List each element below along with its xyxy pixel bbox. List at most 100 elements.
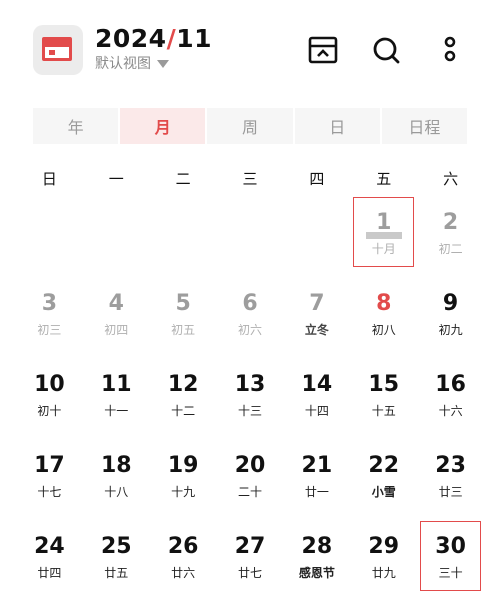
tab-week[interactable]: 周 [207, 108, 293, 144]
lunar-label: 廿五 [104, 566, 129, 580]
lunar-label: 初十 [37, 404, 62, 418]
empty-day-cell [16, 196, 83, 277]
week-row: 3 初三 4 初四 5 初五 6 初六 7 立冬 8 初八 9 初九 [16, 277, 484, 358]
day-cell[interactable]: 20 二十 [217, 439, 284, 520]
day-number: 30 [435, 534, 466, 559]
search-icon[interactable] [370, 34, 402, 66]
day-cell[interactable]: 6 初六 [217, 277, 284, 358]
weekday-tue: 二 [175, 170, 191, 188]
lunar-label: 立冬 [304, 323, 329, 337]
lunar-label: 十四 [304, 404, 329, 418]
lunar-label: 三十 [438, 566, 463, 580]
weekday-sat: 六 [443, 170, 459, 188]
more-vertical-icon[interactable] [434, 34, 466, 66]
day-number: 14 [301, 372, 333, 397]
day-number: 5 [175, 291, 191, 316]
day-cell[interactable]: 15 十五 [350, 358, 417, 439]
lunar-label: 廿九 [371, 566, 396, 580]
day-number: 19 [167, 453, 199, 478]
day-number: 15 [368, 372, 400, 397]
day-cell[interactable]: 12 十二 [150, 358, 217, 439]
lunar-label: 初五 [171, 323, 196, 337]
day-number: 7 [309, 291, 325, 316]
day-cell[interactable]: 2 初二 [417, 196, 484, 277]
tab-month[interactable]: 月 [120, 108, 206, 144]
week-row: 24 廿四 25 廿五 26 廿六 27 廿七 28 感恩节 29 廿九 30 三十 [16, 520, 484, 601]
day-number: 2 [442, 210, 459, 235]
day-number: 8 [376, 291, 392, 316]
day-number: 4 [108, 291, 124, 316]
selection-bar [365, 232, 402, 239]
lunar-label: 十五 [371, 404, 396, 418]
day-cell[interactable]: 13 十三 [217, 358, 284, 439]
empty-day-cell [217, 196, 284, 277]
day-cell[interactable]: 16 十六 [417, 358, 484, 439]
day-cell[interactable]: 23 廿三 [417, 439, 484, 520]
week-row: 10 初十 11 十一 12 十二 13 十三 14 十四 15 十五 16 十六 [16, 358, 484, 439]
weekday-mon: 一 [108, 170, 124, 188]
day-number: 23 [435, 453, 466, 478]
day-cell[interactable]: 11 十一 [83, 358, 150, 439]
day-cell[interactable]: 22 小雪 [350, 439, 417, 520]
lunar-label: 廿七 [238, 566, 263, 580]
day-cell[interactable]: 26 廿六 [150, 520, 217, 601]
day-cell[interactable]: 7 立冬 [283, 277, 350, 358]
weekday-wed: 三 [242, 170, 258, 188]
lunar-label: 初三 [37, 323, 62, 337]
month-grid: 1 十月 2 初二 3 初三 4 初四 5 初五 6 初六 7 立冬 8 初八 9 初九 10 初十… [16, 196, 484, 601]
day-number: 26 [167, 534, 199, 559]
lunar-label: 十七 [37, 485, 62, 499]
lunar-label: 十月 [371, 242, 396, 256]
tab-day[interactable]: 日 [294, 108, 380, 144]
day-number: 28 [301, 534, 333, 559]
day-cell[interactable]: 27 廿七 [217, 520, 284, 601]
weekday-thu: 四 [309, 170, 325, 188]
lunar-label: 廿三 [438, 485, 463, 499]
empty-day-cell [283, 196, 350, 277]
day-number: 12 [167, 372, 199, 397]
day-cell[interactable]: 3 初三 [16, 277, 83, 358]
calendar-app-icon[interactable] [33, 25, 83, 75]
lunar-label: 廿一 [304, 485, 329, 499]
tab-year[interactable]: 年 [33, 108, 119, 144]
view-selector[interactable]: 默认视图 [95, 53, 169, 73]
day-cell[interactable]: 24 廿四 [16, 520, 83, 601]
day-cell[interactable]: 5 初五 [150, 277, 217, 358]
day-cell[interactable]: 9 初九 [417, 277, 484, 358]
day-cell-selected[interactable]: 30 三十 [417, 520, 484, 601]
day-number: 10 [34, 372, 65, 397]
lunar-label: 初六 [238, 323, 263, 337]
day-cell[interactable]: 14 十四 [283, 358, 350, 439]
day-cell[interactable]: 25 廿五 [83, 520, 150, 601]
day-cell[interactable]: 28 感恩节 [283, 520, 350, 601]
lunar-label: 十二 [171, 404, 196, 418]
calendar-icon [42, 37, 72, 61]
day-number: 13 [234, 372, 266, 397]
calendar-collapse-icon[interactable] [307, 34, 339, 66]
lunar-label: 小雪 [371, 485, 396, 499]
day-cell-selected[interactable]: 1 十月 [350, 196, 417, 277]
lunar-label: 廿六 [171, 566, 196, 580]
weekday-sun: 日 [41, 170, 57, 188]
day-number: 29 [368, 534, 400, 559]
weekday-fri: 五 [376, 170, 392, 188]
tab-agenda[interactable]: 日程 [381, 108, 468, 144]
page-title: 2024/11 [95, 24, 212, 53]
day-number: 24 [34, 534, 65, 559]
day-cell[interactable]: 29 廿九 [350, 520, 417, 601]
day-number: 6 [242, 291, 258, 316]
day-cell[interactable]: 10 初十 [16, 358, 83, 439]
lunar-label: 二十 [238, 485, 263, 499]
day-number: 1 [376, 210, 392, 235]
day-cell[interactable]: 19 十九 [150, 439, 217, 520]
lunar-label: 初九 [438, 323, 463, 337]
day-cell[interactable]: 18 十八 [83, 439, 150, 520]
day-cell[interactable]: 4 初四 [83, 277, 150, 358]
day-number: 17 [34, 453, 65, 478]
day-number: 25 [100, 534, 132, 559]
day-cell-today[interactable]: 8 初八 [350, 277, 417, 358]
lunar-label: 初二 [438, 242, 463, 256]
day-cell[interactable]: 17 十七 [16, 439, 83, 520]
day-cell[interactable]: 21 廿一 [283, 439, 350, 520]
title-slash: / [166, 24, 177, 53]
